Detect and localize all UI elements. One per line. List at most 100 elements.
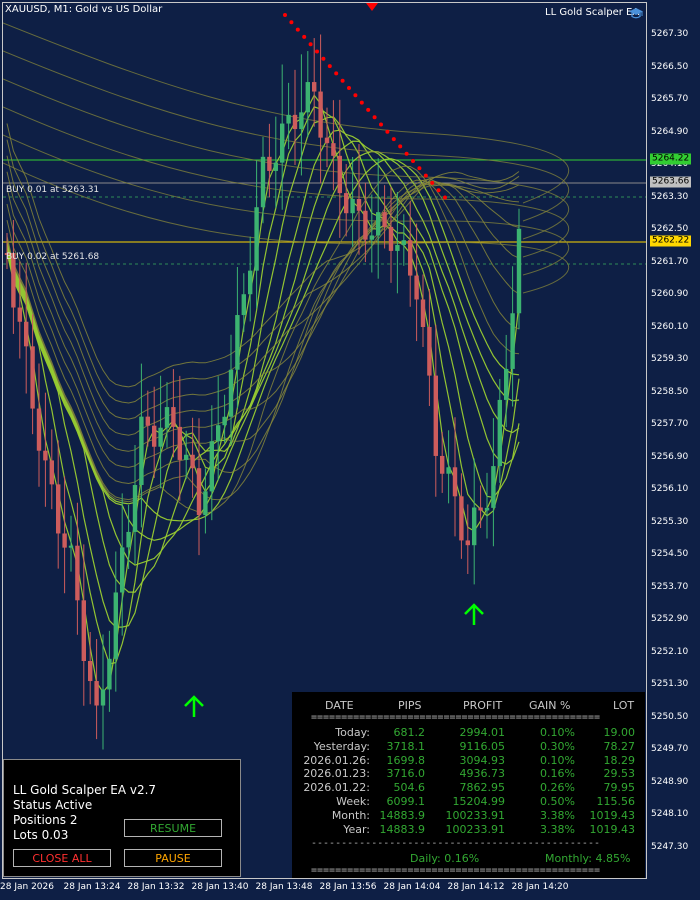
candle-body	[30, 346, 35, 409]
lots-value: 0.03	[41, 828, 69, 842]
candle-body	[49, 460, 54, 485]
stats-date: Yesterday:	[313, 739, 370, 753]
stats-pips: 1699.8	[386, 753, 426, 767]
candle-body	[312, 82, 317, 92]
time-tick: 28 Jan 14:04	[383, 882, 441, 892]
price-tick: 5266.50	[651, 61, 689, 72]
sar-dot	[366, 107, 371, 112]
resume-button[interactable]: RESUME	[124, 819, 222, 837]
candle-body	[292, 114, 298, 130]
close-all-button[interactable]: CLOSE ALL	[13, 849, 111, 867]
order-label-2: BUY 0.02 at 5261.68	[6, 252, 100, 262]
stats-lot: 1019.43	[589, 808, 636, 822]
candle-body	[209, 441, 214, 492]
candle-body	[120, 547, 125, 593]
price-tick: 5261.70	[651, 256, 689, 267]
candle-body	[158, 427, 163, 447]
sar-dot	[391, 137, 396, 142]
candle-body	[222, 416, 227, 426]
ea-status-row: Status Active	[13, 798, 92, 812]
stats-gain: 0.10%	[540, 753, 575, 767]
sar-dot	[315, 49, 319, 54]
candle-body	[228, 369, 234, 417]
ea-version: v2.7	[129, 783, 157, 797]
sar-dot	[302, 34, 307, 39]
ma-ribbon-line	[3, 50, 570, 222]
candle-body	[516, 228, 522, 314]
sar-dot	[289, 20, 294, 25]
candle-body	[286, 114, 291, 124]
stats-profit: 3094.93	[459, 753, 506, 767]
price-tick: 5258.50	[651, 386, 689, 397]
candle-body	[318, 91, 323, 138]
stats-profit: 15204.99	[452, 795, 506, 808]
sar-dot	[347, 86, 351, 90]
price-tick: 5247.30	[651, 841, 689, 852]
candle-body	[337, 155, 342, 194]
stats-pips: 14883.9	[379, 822, 426, 836]
time-tick: 28 Jan 13:56	[319, 882, 377, 892]
sar-dot	[436, 188, 441, 193]
candle-body	[100, 689, 106, 706]
daily-gain: Daily: 0.16%	[410, 852, 480, 865]
stats-pips: 3716.0	[386, 767, 426, 781]
sar-dot	[411, 159, 415, 163]
candle-body	[196, 468, 202, 516]
candle-body	[465, 540, 470, 546]
sar-dot	[327, 64, 332, 69]
stats-gain: 3.38%	[540, 808, 575, 822]
sar-dot	[404, 151, 409, 156]
price-tick: 5250.50	[651, 711, 689, 722]
price-tick: 5252.90	[651, 614, 689, 624]
candle-body	[254, 207, 259, 271]
stats-profit: 100233.91	[445, 822, 506, 836]
header-separator: ========================================…	[311, 712, 600, 723]
stats-lot: 79.95	[603, 781, 636, 795]
sar-dot	[340, 78, 345, 83]
time-tick: 28 Jan 13:24	[63, 882, 121, 892]
candle-body	[369, 235, 374, 240]
candle-body	[395, 245, 400, 251]
ea-control-panel: LL Gold Scalper EA v2.7 Status Active Po…	[3, 759, 241, 877]
candle-body	[81, 600, 86, 661]
lots-label: Lots	[13, 828, 38, 842]
candle-body	[145, 416, 150, 426]
sar-dot	[353, 93, 358, 98]
candle-body	[433, 375, 438, 456]
time-tick: 28 Jan 13:32	[127, 882, 185, 892]
candle-body	[452, 467, 458, 497]
candle-body	[164, 407, 170, 428]
candle-body	[94, 681, 99, 706]
candle-body	[408, 240, 413, 276]
sar-dot	[385, 129, 390, 134]
candle-body	[126, 531, 131, 548]
candle-body	[356, 198, 362, 211]
sar-dot	[308, 42, 313, 47]
stats-gain: 0.16%	[540, 767, 575, 781]
price-tick: 5255.30	[651, 516, 689, 527]
candle-body	[491, 466, 496, 508]
price-tick: 5263.30	[651, 191, 689, 202]
stats-lot: 78.27	[603, 739, 636, 753]
pause-button[interactable]: PAUSE	[124, 849, 222, 867]
candle-body	[478, 507, 483, 511]
ea-name-label: LL Gold Scalper EA	[545, 7, 640, 18]
ea-lots-row: Lots 0.03	[13, 828, 68, 842]
ma-ribbon-line	[3, 106, 570, 258]
candle-body	[440, 455, 445, 474]
price-tick: 5248.10	[651, 809, 689, 819]
buy-arrow-icon	[184, 695, 204, 717]
price-tick: 5262.50	[651, 224, 689, 234]
price-tick: 5260.10	[651, 321, 689, 332]
candle-body	[420, 299, 426, 328]
candle-body	[273, 162, 278, 171]
stats-pips: 3718.1	[386, 739, 426, 753]
positions-label: Positions	[13, 813, 66, 827]
candle-body	[171, 407, 176, 427]
price-tick: 5267.30	[651, 29, 689, 39]
price-tick: 5253.70	[651, 581, 689, 592]
time-tick: 28 Jan 2026	[0, 882, 54, 892]
stats-date: 2026.01.22:	[303, 781, 370, 795]
stats-gain: 0.10%	[540, 726, 575, 739]
sar-dot	[423, 173, 428, 178]
